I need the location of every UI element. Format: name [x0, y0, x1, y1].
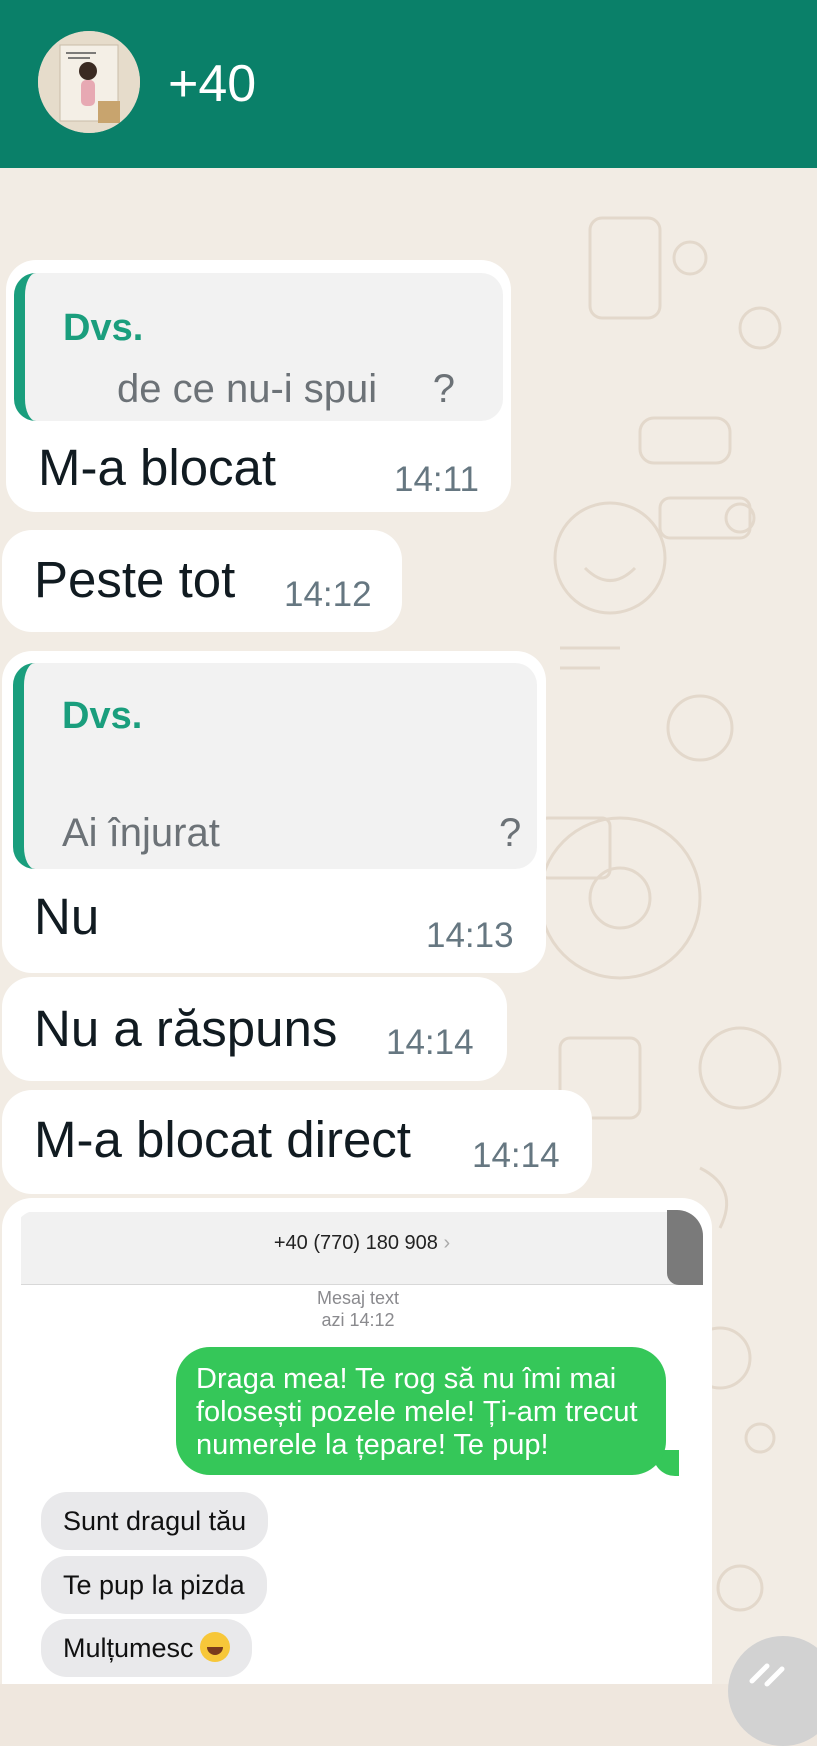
quote-question-mark: ? [499, 811, 522, 855]
quoted-message[interactable]: Dvs. de ce nu-i spui ? [14, 273, 503, 421]
message-time: 14:14 [472, 1136, 560, 1175]
sms-sent-bubble: Draga mea! Te rog să nu îmi mai foloseșt… [176, 1347, 666, 1475]
message-bubble[interactable]: Nu a răspuns 14:14 [2, 977, 507, 1081]
chevron-right-icon: › [443, 1232, 451, 1254]
message-bubble[interactable]: M-a blocat direct 14:14 [2, 1090, 592, 1194]
sms-phone-number[interactable]: +40 (770) 180 908 › [21, 1232, 703, 1255]
laughing-emoji-icon [199, 1632, 230, 1662]
sms-received-bubble: Mulțumesc [41, 1619, 252, 1677]
message-text: M-a blocat direct [34, 1111, 411, 1168]
message-time: 14:13 [426, 916, 514, 955]
message-time: 14:11 [394, 460, 479, 499]
screenshot-edge [667, 1210, 703, 1285]
contact-name[interactable]: +40 [168, 54, 256, 114]
scroll-down-button[interactable] [728, 1636, 817, 1746]
sms-meta-label: Mesaj text [316, 1288, 400, 1308]
quoted-message[interactable]: Dvs. Ai înjurat ? [13, 663, 537, 869]
message-time: 14:14 [386, 1023, 474, 1062]
quote-author: Dvs. [63, 307, 144, 349]
double-chevron-icon [749, 1663, 785, 1687]
chat-header: +40 [0, 0, 817, 168]
attached-screenshot[interactable]: +40 (770) 180 908 › Mesaj text azi 14:12… [13, 1210, 703, 1684]
sms-meta-time: azi 14:12 [321, 1310, 395, 1330]
quote-text: de ce nu-i spui ? [117, 367, 455, 411]
message-text: Nu a răspuns [34, 1000, 338, 1057]
quote-text: Ai înjurat [62, 811, 220, 855]
message-bubble[interactable]: Dvs. de ce nu-i spui ? M-a blocat 14:11 [6, 260, 511, 512]
message-text: M-a blocat [38, 439, 277, 496]
sms-header-bar: +40 (770) 180 908 › [21, 1212, 703, 1285]
message-text: Nu [34, 888, 100, 945]
message-bubble[interactable]: Dvs. Ai înjurat ? Nu 14:13 [2, 651, 546, 973]
message-time: 14:12 [284, 575, 372, 614]
sms-received-bubble: Te pup la pizda [41, 1556, 267, 1614]
contact-avatar[interactable] [38, 31, 140, 133]
message-text: Peste tot [34, 551, 236, 608]
avatar-image [38, 31, 140, 133]
sms-received-bubble: Sunt dragul tău [41, 1492, 269, 1550]
message-bubble[interactable]: Peste tot 14:12 [2, 530, 402, 632]
quote-author: Dvs. [62, 695, 143, 737]
